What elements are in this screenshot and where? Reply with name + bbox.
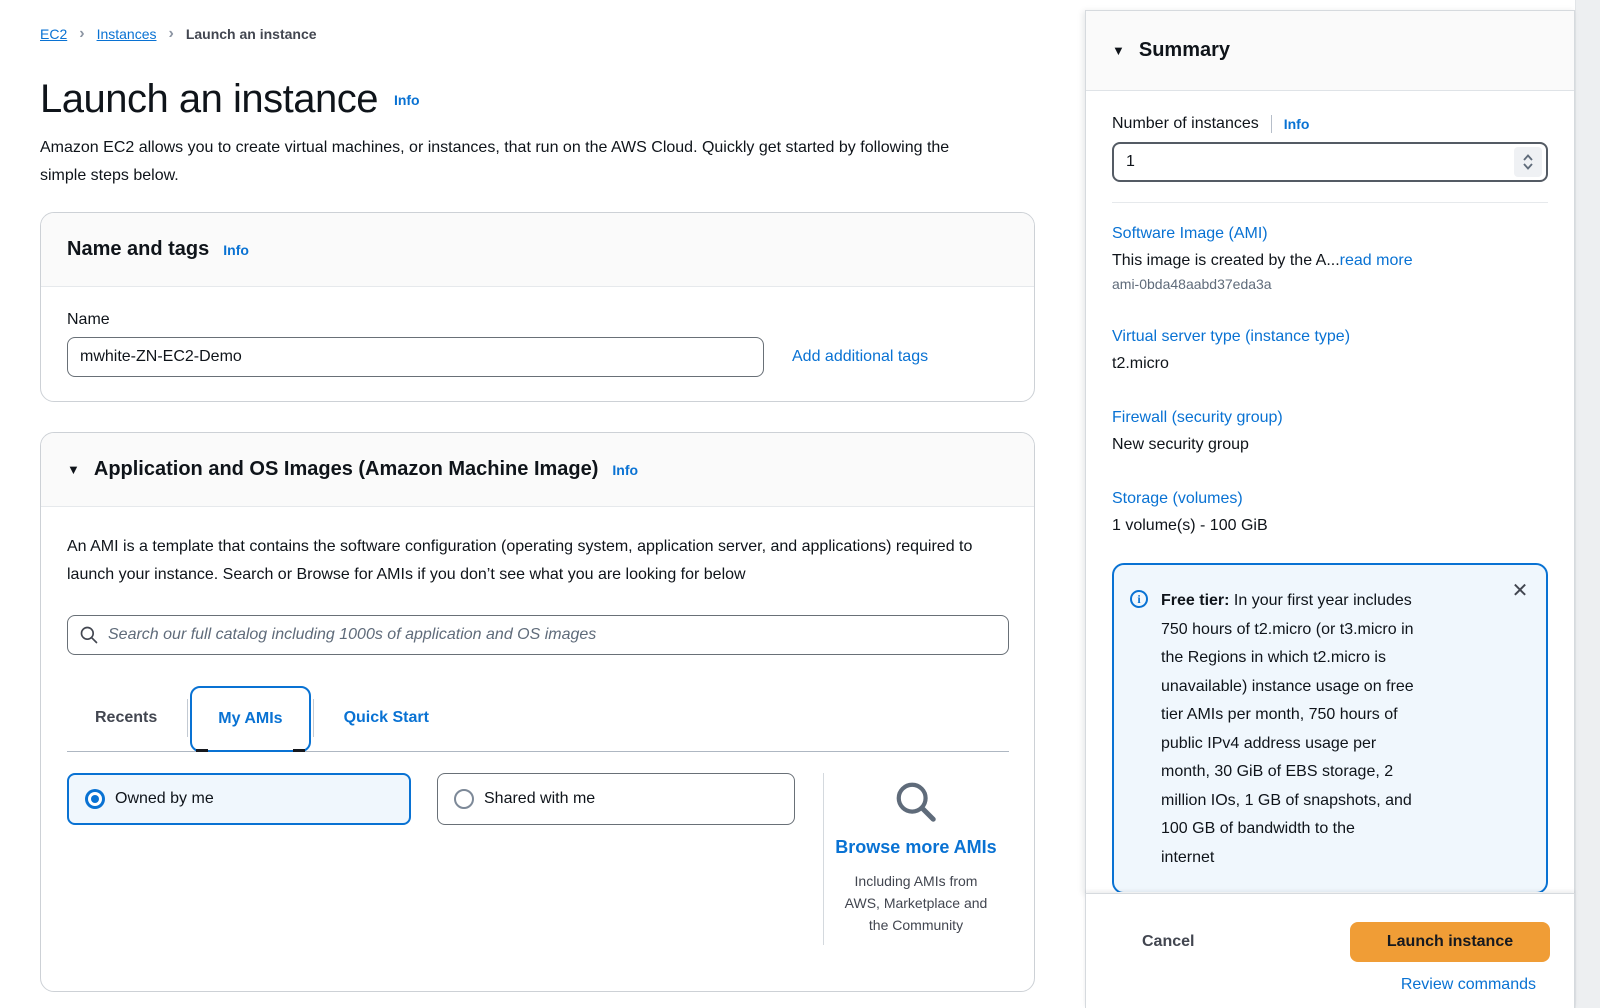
free-tier-line: In your first year includes (1234, 592, 1412, 609)
search-icon (79, 625, 99, 645)
tab-quick-start[interactable]: Quick Start (316, 685, 457, 751)
page-description: Amazon EC2 allows you to create virtual … (40, 134, 980, 190)
breadcrumb: EC2 Instances Launch an instance (40, 26, 1035, 42)
ami-catalog-search-input[interactable] (67, 615, 1009, 655)
instance-type-value: t2.micro (1112, 355, 1548, 373)
number-of-instances-label: Number of instances (1112, 115, 1259, 133)
cancel-button[interactable]: Cancel (1112, 925, 1198, 959)
browse-search-icon (893, 779, 939, 825)
firewall-value: New security group (1112, 436, 1548, 454)
instances-info-link[interactable]: Info (1284, 116, 1310, 132)
shared-with-me-label: Shared with me (484, 790, 595, 808)
read-more-link[interactable]: read more (1340, 252, 1413, 269)
shared-with-me-option[interactable]: Shared with me (437, 773, 795, 825)
free-tier-line: internet (1161, 844, 1457, 873)
free-tier-line: month, 30 GiB of EBS storage, 2 (1161, 758, 1457, 787)
caret-down-icon[interactable] (1112, 43, 1125, 58)
free-tier-infobox: Free tier: In your first year includes 7… (1112, 563, 1548, 892)
summary-field-firewall: Firewall (security group) New security g… (1112, 409, 1548, 454)
name-and-tags-title: Name and tags (67, 238, 209, 261)
browse-note-line: AWS, Marketplace and (845, 892, 988, 914)
browse-note-line: Including AMIs from (845, 870, 988, 892)
number-of-instances-input[interactable] (1112, 142, 1548, 182)
launch-instance-button[interactable]: Launch instance (1350, 922, 1550, 962)
close-icon[interactable] (1510, 581, 1530, 601)
free-tier-line: the Regions in which t2.micro is (1161, 644, 1457, 673)
browse-more-amis-link[interactable]: Browse more AMIs (835, 837, 996, 858)
browse-note-line: the Community (845, 914, 988, 936)
free-tier-line: unavailable) instance usage on free (1161, 673, 1457, 702)
tab-recents[interactable]: Recents (67, 685, 185, 751)
name-and-tags-info-link[interactable]: Info (223, 242, 249, 258)
owned-by-me-option[interactable]: Owned by me (67, 773, 411, 825)
main-content: EC2 Instances Launch an instance Launch … (40, 0, 1035, 992)
name-and-tags-section: Name and tags Info Name Add additional t… (40, 212, 1035, 402)
radio-selected-icon (85, 789, 105, 809)
scrollbar-gutter (1575, 0, 1600, 1008)
application-section-title: Application and OS Images (Amazon Machin… (94, 458, 599, 481)
free-tier-text: Free tier: In your first year includes 7… (1161, 587, 1457, 872)
breadcrumb-current: Launch an instance (186, 26, 317, 42)
ami-source-tabs: Recents My AMIs Quick Start (67, 685, 1009, 752)
breadcrumb-link-ec2[interactable]: EC2 (40, 26, 67, 42)
name-field-label: Name (67, 311, 1008, 329)
summary-footer: Cancel Launch instance Review commands (1085, 893, 1575, 1008)
info-circle-icon (1130, 590, 1148, 608)
divider (1112, 202, 1548, 203)
instance-name-input[interactable] (67, 337, 764, 377)
free-tier-line: million IOs, 1 GB of snapshots, and (1161, 787, 1457, 816)
tab-divider (313, 699, 314, 737)
tab-my-amis[interactable]: My AMIs (190, 686, 310, 752)
add-additional-tags-link[interactable]: Add additional tags (792, 348, 928, 366)
free-tier-line: 750 hours of t2.micro (or t3.micro in (1161, 616, 1457, 645)
application-info-link[interactable]: Info (612, 462, 638, 478)
free-tier-line: public IPv4 address usage per (1161, 730, 1457, 759)
owned-by-me-label: Owned by me (115, 790, 214, 808)
software-image-link[interactable]: Software Image (AMI) (1112, 225, 1548, 243)
free-tier-line: 100 GB of bandwidth to the (1161, 815, 1457, 844)
breadcrumb-link-instances[interactable]: Instances (97, 26, 157, 42)
summary-field-storage: Storage (volumes) 1 volume(s) - 100 GiB (1112, 490, 1548, 535)
ami-id: ami-0bda48aabd37eda3a (1112, 276, 1548, 292)
radio-unselected-icon (454, 789, 474, 809)
summary-title: Summary (1139, 39, 1230, 62)
summary-panel: Summary Number of instances Info Softwar… (1085, 10, 1575, 893)
firewall-link[interactable]: Firewall (security group) (1112, 409, 1548, 427)
page-title: Launch an instance (40, 76, 378, 122)
caret-down-icon[interactable] (67, 462, 80, 477)
tab-divider (187, 699, 188, 737)
page-info-link[interactable]: Info (394, 92, 420, 108)
storage-value: 1 volume(s) - 100 GiB (1112, 517, 1548, 535)
ami-description: An AMI is a template that contains the s… (67, 533, 999, 589)
chevron-right-icon (169, 26, 174, 42)
summary-field-software-image: Software Image (AMI) This image is creat… (1112, 225, 1548, 292)
browse-note: Including AMIs from AWS, Marketplace and… (845, 870, 988, 936)
stepper-up-down-icon[interactable] (1514, 147, 1542, 177)
review-commands-link[interactable]: Review commands (1112, 976, 1550, 994)
free-tier-label: Free tier: (1161, 592, 1229, 609)
summary-field-instance-type: Virtual server type (instance type) t2.m… (1112, 328, 1548, 373)
label-divider (1271, 115, 1272, 133)
software-image-description: This image is created by the A... (1112, 252, 1340, 269)
instance-type-link[interactable]: Virtual server type (instance type) (1112, 328, 1548, 346)
application-os-images-section: Application and OS Images (Amazon Machin… (40, 432, 1035, 992)
storage-link[interactable]: Storage (volumes) (1112, 490, 1548, 508)
chevron-right-icon (79, 26, 84, 42)
free-tier-line: tier AMIs per month, 750 hours of (1161, 701, 1457, 730)
